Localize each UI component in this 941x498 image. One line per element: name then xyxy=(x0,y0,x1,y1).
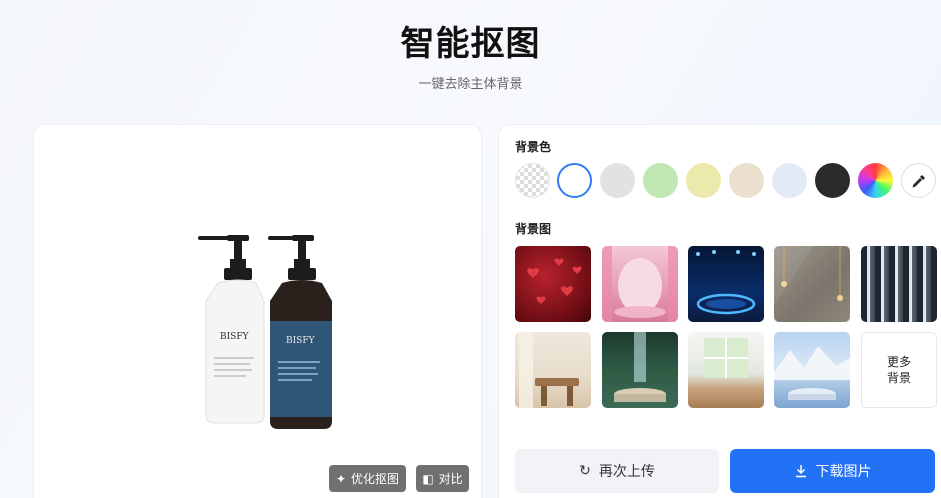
bg-thumb-pink-arch[interactable] xyxy=(602,246,678,322)
window-decor xyxy=(704,338,748,378)
more-bg-label-line2: 背景 xyxy=(886,371,911,385)
more-bg-label-line1: 更多 xyxy=(886,355,911,369)
stage-decor xyxy=(696,250,756,315)
arch-decor xyxy=(602,246,678,322)
magic-wand-icon: ✦ xyxy=(335,471,347,486)
refresh-icon: ↻ xyxy=(579,463,591,479)
settings-panel: 背景色 背景图 更多 背景 ↻ 再次上传 下载图片 xyxy=(498,124,941,498)
bg-thumb-red-hearts[interactable] xyxy=(515,246,591,322)
download-label: 下载图片 xyxy=(815,464,872,480)
compare-label: 对比 xyxy=(438,472,463,486)
bg-thumb-taupe-wall[interactable] xyxy=(774,246,850,322)
forest-decor xyxy=(614,332,666,402)
bg-image-label: 背景图 xyxy=(515,222,552,236)
download-button[interactable]: 下载图片 xyxy=(730,449,935,493)
product-image: BISFY BISFY xyxy=(198,235,332,429)
page-title: 智能抠图 xyxy=(400,24,541,64)
swatch-light-green[interactable] xyxy=(643,163,678,198)
more-backgrounds-button[interactable]: 更多 背景 xyxy=(861,332,937,408)
swatch-beige[interactable] xyxy=(729,163,764,198)
optimize-label: 优化抠图 xyxy=(351,472,400,486)
swatch-light-yellow[interactable] xyxy=(686,163,721,198)
bg-thumb-forest-podium[interactable] xyxy=(602,332,678,408)
swatch-white[interactable] xyxy=(557,163,592,198)
mountain-decor xyxy=(774,346,850,400)
compare-button[interactable]: ◧ 对比 xyxy=(416,465,469,492)
swatch-light-blue[interactable] xyxy=(772,163,807,198)
product-label-dark: BISFY xyxy=(286,336,316,346)
bg-thumb-dark-stripes[interactable] xyxy=(861,246,937,322)
swatch-transparent[interactable] xyxy=(515,163,550,198)
preview-panel: BISFY BISFY ✦ 优化抠图 ◧ 对比 xyxy=(33,124,482,498)
page-subtitle: 一键去除主体背景 xyxy=(418,77,523,92)
bg-thumb-snow-lake[interactable] xyxy=(774,332,850,408)
swatch-custom-color[interactable] xyxy=(858,163,893,198)
swatch-light-gray[interactable] xyxy=(600,163,635,198)
hearts-decor xyxy=(527,258,582,304)
eyedropper-icon xyxy=(911,174,925,188)
bg-thumb-window-stool[interactable] xyxy=(515,332,591,408)
stool-decor xyxy=(519,332,579,408)
swatch-black[interactable] xyxy=(815,163,850,198)
product-label-white: BISFY xyxy=(220,332,250,342)
color-picker-button[interactable] xyxy=(901,163,936,198)
bg-color-label: 背景色 xyxy=(515,140,552,154)
reupload-button[interactable]: ↻ 再次上传 xyxy=(515,449,719,493)
bg-thumb-blue-stage[interactable] xyxy=(688,246,764,322)
bg-thumb-window-table[interactable] xyxy=(688,332,764,408)
compare-icon: ◧ xyxy=(422,471,434,486)
reupload-label: 再次上传 xyxy=(598,464,655,480)
optimize-cutout-button[interactable]: ✦ 优化抠图 xyxy=(329,465,406,492)
lamps-decor xyxy=(774,246,843,306)
download-icon xyxy=(795,465,806,478)
